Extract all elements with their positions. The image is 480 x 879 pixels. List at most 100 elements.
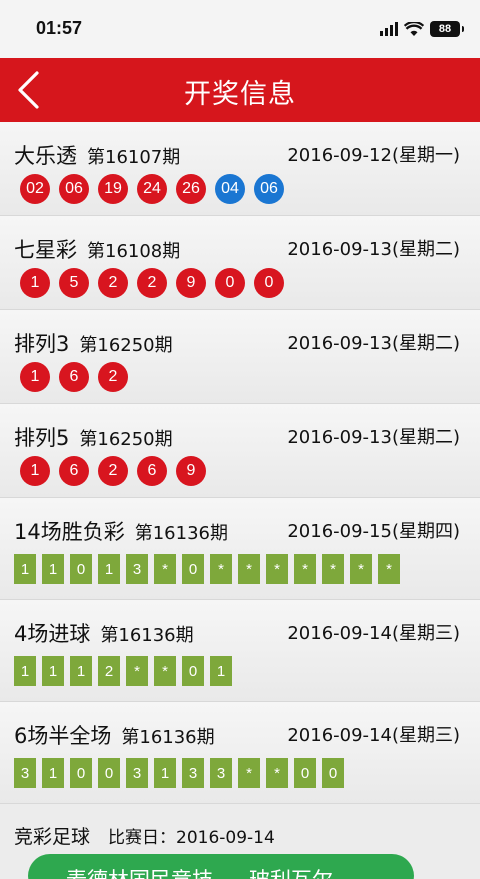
result-cell: 0 xyxy=(182,656,204,686)
cellular-signal-icon xyxy=(380,22,398,36)
number-ball: 0 xyxy=(215,268,245,298)
number-ball: 6 xyxy=(59,456,89,486)
result-cell: 1 xyxy=(42,554,64,584)
draw-date: 2016-09-12(星期一) xyxy=(287,145,460,166)
number-balls: 162 xyxy=(20,362,128,392)
lottery-row-4-goals[interactable]: 4场进球 第16136期 2016-09-14(星期三) 1 1 1 2 * * 0 1 xyxy=(0,600,480,702)
soccer-section: 竞彩足球比赛日：2016-09-14 麦德林国民竞技 玻利瓦尔 xyxy=(0,804,480,879)
result-cell: 3 xyxy=(126,554,148,584)
number-balls: 02 06 19 24 26 04 06 xyxy=(20,174,284,204)
number-ball: 2 xyxy=(98,268,128,298)
result-cell: 0 xyxy=(182,554,204,584)
number-ball: 02 xyxy=(20,174,50,204)
result-cell: * xyxy=(126,656,148,686)
result-cells: 1 1 1 2 * * 0 1 xyxy=(14,656,232,686)
status-time: 01:57 xyxy=(36,18,83,38)
draw-date: 2016-09-13(星期二) xyxy=(287,239,460,260)
draw-date: 2016-09-14(星期三) xyxy=(287,725,460,746)
lottery-name: 七星彩 第16108期 xyxy=(14,238,181,262)
result-cell: 0 xyxy=(322,758,344,788)
number-ball: 6 xyxy=(137,456,167,486)
result-cell: 0 xyxy=(70,554,92,584)
result-cell: * xyxy=(210,554,232,584)
result-cell: * xyxy=(238,758,260,788)
lottery-name: 4场进球 第16136期 xyxy=(14,622,194,646)
result-cell: 1 xyxy=(42,656,64,686)
number-ball: 24 xyxy=(137,174,167,204)
result-cell: * xyxy=(266,758,288,788)
status-bar: 01:57 88 xyxy=(0,0,480,58)
number-ball: 1 xyxy=(20,456,50,486)
number-ball: 26 xyxy=(176,174,206,204)
result-cell: 1 xyxy=(14,656,36,686)
result-cell: 0 xyxy=(294,758,316,788)
result-cells: 3 1 0 0 3 1 3 3 * * 0 0 xyxy=(14,758,344,788)
draw-date: 2016-09-15(星期四) xyxy=(287,521,460,542)
match-button[interactable]: 麦德林国民竞技 玻利瓦尔 xyxy=(28,854,414,879)
number-ball: 6 xyxy=(59,362,89,392)
result-cell: 1 xyxy=(42,758,64,788)
draw-date: 2016-09-14(星期三) xyxy=(287,623,460,644)
result-cell: * xyxy=(154,554,176,584)
issue-number: 第16250期 xyxy=(79,429,173,450)
soccer-title: 竞彩足球 比赛日：2016-09-14 xyxy=(14,826,275,848)
number-balls: 1522900 xyxy=(20,268,284,298)
number-ball: 0 xyxy=(254,268,284,298)
result-cell: 0 xyxy=(70,758,92,788)
lottery-row-qixingcai[interactable]: 七星彩 第16108期 2016-09-13(星期二) 1522900 xyxy=(0,216,480,310)
number-ball: 06 xyxy=(59,174,89,204)
number-balls: 16269 xyxy=(20,456,206,486)
result-cell: 3 xyxy=(210,758,232,788)
nav-bar: 开奖信息 xyxy=(0,58,480,122)
result-cell: 1 xyxy=(210,656,232,686)
lottery-name: 大乐透 第16107期 xyxy=(14,144,181,168)
lottery-name: 6场半全场 第16136期 xyxy=(14,724,215,748)
number-ball: 1 xyxy=(20,362,50,392)
lottery-row-pailie3[interactable]: 排列3 第16250期 2016-09-13(星期二) 162 xyxy=(0,310,480,404)
number-ball: 2 xyxy=(98,456,128,486)
status-icons: 88 xyxy=(380,19,464,39)
lottery-row-14-match[interactable]: 14场胜负彩 第16136期 2016-09-15(星期四) 1 1 0 1 3 * 0 * * *… xyxy=(0,498,480,600)
result-cell: 1 xyxy=(154,758,176,788)
number-ball: 9 xyxy=(176,268,206,298)
lottery-row-daletou[interactable]: 大乐透 第16107期 2016-09-12(星期一) 02 06 19 24 26 04 0… xyxy=(0,122,480,216)
issue-number: 第16107期 xyxy=(87,147,181,168)
number-ball: 06 xyxy=(254,174,284,204)
issue-number: 第16250期 xyxy=(79,335,173,356)
result-cell: * xyxy=(322,554,344,584)
number-ball: 9 xyxy=(176,456,206,486)
result-cell: * xyxy=(350,554,372,584)
result-cell: 1 xyxy=(98,554,120,584)
issue-number: 第16136期 xyxy=(134,523,228,544)
lottery-list: 大乐透 第16107期 2016-09-12(星期一) 02 06 19 24 26 04 0… xyxy=(0,122,480,879)
battery-icon: 88 xyxy=(430,21,464,37)
lottery-row-pailie5[interactable]: 排列5 第16250期 2016-09-13(星期二) 16269 xyxy=(0,404,480,498)
number-ball: 04 xyxy=(215,174,245,204)
page-title: 开奖信息 xyxy=(184,79,296,110)
result-cell: * xyxy=(378,554,400,584)
issue-number: 第16108期 xyxy=(87,241,181,262)
result-cell: * xyxy=(294,554,316,584)
result-cell: * xyxy=(154,656,176,686)
away-team: 玻利瓦尔 xyxy=(249,868,333,879)
result-cell: * xyxy=(266,554,288,584)
home-team: 麦德林国民竞技 xyxy=(66,868,213,879)
result-cell: 0 xyxy=(98,758,120,788)
number-ball: 1 xyxy=(20,268,50,298)
draw-date: 2016-09-13(星期二) xyxy=(287,427,460,448)
issue-number: 第16136期 xyxy=(121,727,215,748)
number-ball: 5 xyxy=(59,268,89,298)
wifi-icon xyxy=(404,21,424,36)
lottery-name: 排列3 第16250期 xyxy=(14,332,173,356)
number-ball: 19 xyxy=(98,174,128,204)
lottery-name: 排列5 第16250期 xyxy=(14,426,173,450)
result-cell: 1 xyxy=(14,554,36,584)
result-cell: 3 xyxy=(14,758,36,788)
number-ball: 2 xyxy=(137,268,167,298)
lottery-row-6-halftime[interactable]: 6场半全场 第16136期 2016-09-14(星期三) 3 1 0 0 3 1 3 3 * * 0… xyxy=(0,702,480,804)
result-cell: * xyxy=(238,554,260,584)
lottery-name: 14场胜负彩 第16136期 xyxy=(14,520,228,544)
result-cells: 1 1 0 1 3 * 0 * * * * * * * xyxy=(14,554,400,584)
result-cell: 1 xyxy=(70,656,92,686)
issue-number: 第16136期 xyxy=(100,625,194,646)
